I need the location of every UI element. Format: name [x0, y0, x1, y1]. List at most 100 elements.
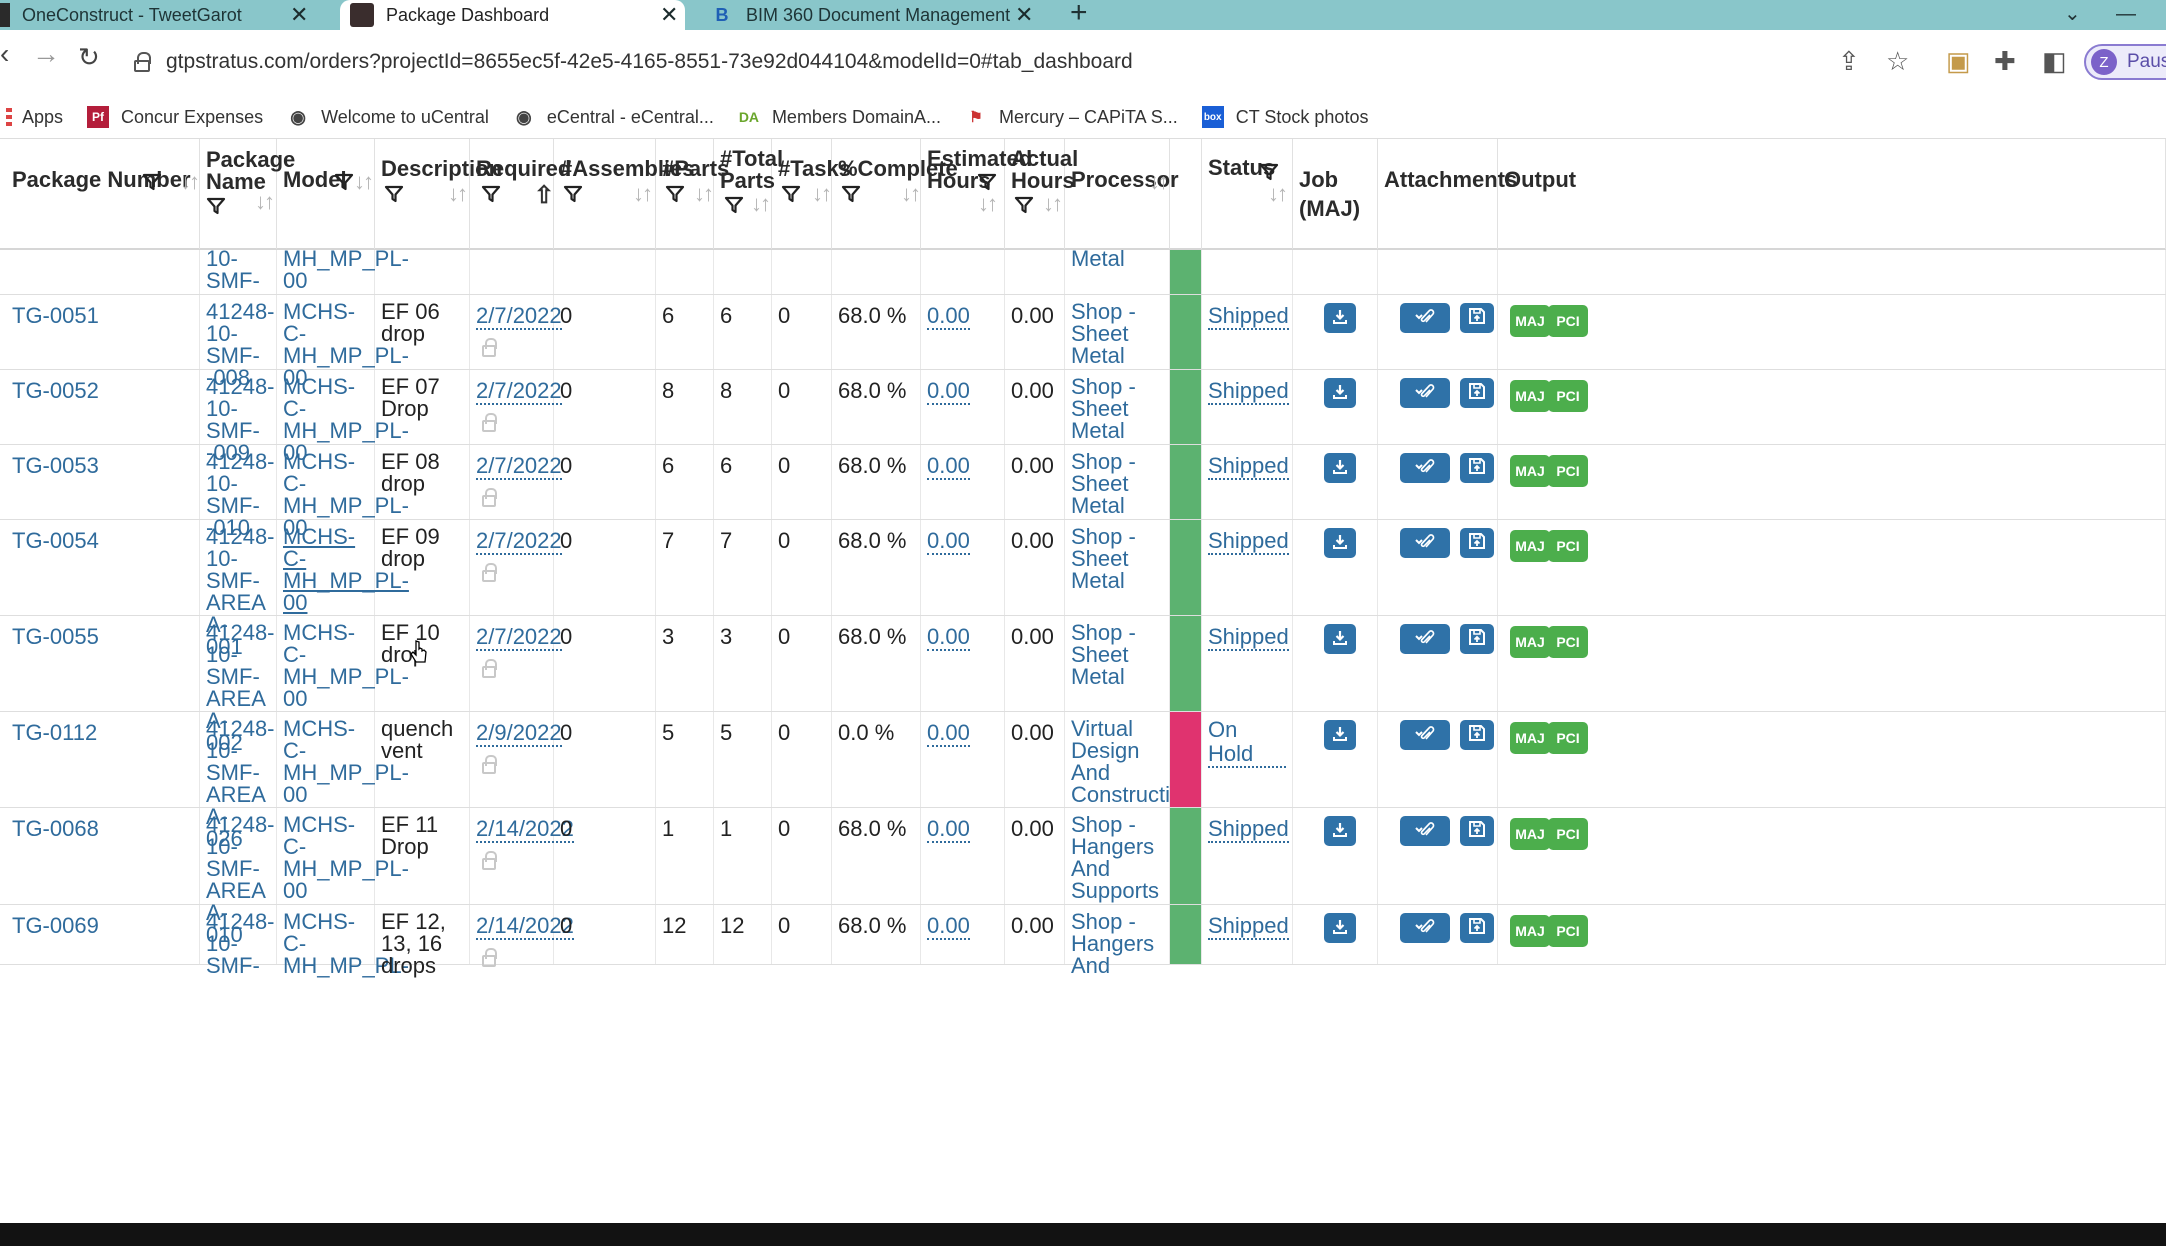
- column-header-required[interactable]: Required ⇧: [470, 139, 571, 249]
- cell-model[interactable]: MCHS-C- MH_MP_PL- 00: [277, 712, 409, 807]
- sort-ascending-icon[interactable]: ⇧: [534, 181, 554, 210]
- cell-package-number[interactable]: TG-0055: [6, 616, 200, 711]
- save-attachment-button[interactable]: [1460, 720, 1494, 750]
- estimated-hours-link[interactable]: 0.00: [927, 529, 970, 555]
- puzzle-extensions-icon[interactable]: ✚: [1994, 46, 2016, 77]
- save-attachment-button[interactable]: [1460, 624, 1494, 654]
- table-row[interactable]: TG-0052 41248- 10-SMF- -009 MCHS-C- MH_MP_PL-…: [0, 370, 2166, 464]
- output-pci-button[interactable]: PCI: [1548, 380, 1588, 412]
- bookmark-item[interactable]: box CT Stock photos: [1201, 106, 1368, 128]
- package-number-link[interactable]: TG-0054: [12, 528, 99, 553]
- status-link[interactable]: Shipped: [1208, 914, 1289, 940]
- status-link[interactable]: Shipped: [1208, 454, 1289, 480]
- output-pci-button[interactable]: PCI: [1548, 626, 1588, 658]
- sort-icon[interactable]: ↓↑: [255, 189, 275, 215]
- column-header-attachments[interactable]: Attachments: [1378, 139, 1517, 249]
- output-pci-button[interactable]: PCI: [1548, 455, 1588, 487]
- filter-icon[interactable]: [206, 196, 226, 216]
- cell-processor[interactable]: Virtual Design And Construction: [1065, 712, 1195, 807]
- browser-tab[interactable]: Package Dashboard ✕: [340, 0, 685, 30]
- cell-model[interactable]: MCHS-C- MH_MP_PL- 00: [277, 370, 409, 464]
- bookmark-item[interactable]: DA Members DomainA...: [738, 106, 941, 128]
- output-pci-button[interactable]: PCI: [1548, 722, 1588, 754]
- estimated-hours-link[interactable]: 0.00: [927, 817, 970, 843]
- bookmark-star-icon[interactable]: ☆: [1886, 46, 1909, 77]
- new-tab-button[interactable]: +: [1070, 0, 1088, 30]
- save-attachment-button[interactable]: [1460, 453, 1494, 483]
- cell-package-name[interactable]: 41248- 10-SMF- AREA A- 002: [200, 616, 277, 754]
- minimize-window-icon[interactable]: —: [2116, 0, 2136, 30]
- table-row[interactable]: TG-0053 41248- 10-SMF- -010 MCHS-C- MH_MP_PL-…: [0, 445, 2166, 539]
- sort-icon[interactable]: ↓↑: [751, 191, 771, 217]
- cell-processor[interactable]: Shop - Sheet Metal: [1065, 520, 1170, 615]
- bookmark-item[interactable]: ⚑ Mercury – CAPiTA S...: [965, 106, 1177, 128]
- package-number-link[interactable]: TG-0069: [12, 913, 99, 938]
- cell-package-number[interactable]: TG-0112: [6, 712, 200, 807]
- filter-icon[interactable]: [384, 184, 404, 204]
- cell-model[interactable]: MCHS-C- MH_MP_PL- 00: [277, 520, 409, 615]
- sort-icon[interactable]: ↓↑: [448, 181, 468, 207]
- cell-model[interactable]: MCHS-C- MH_MP_PL-: [277, 905, 409, 977]
- table-row[interactable]: TG-0054 41248- 10-SMF- AREA A- 001 MCHS-C- MH_…: [0, 520, 2166, 658]
- cell-package-number[interactable]: TG-0053: [6, 445, 200, 519]
- filter-icon[interactable]: [977, 172, 997, 192]
- close-tab-icon[interactable]: ✕: [1015, 4, 1033, 26]
- output-maj-button[interactable]: MAJ: [1510, 818, 1550, 850]
- cell-model[interactable]: MCHS-C- MH_MP_PL- 00: [277, 445, 409, 539]
- package-number-link[interactable]: TG-0112: [12, 720, 97, 745]
- forward-icon[interactable]: →: [32, 38, 60, 70]
- status-link[interactable]: Shipped: [1208, 379, 1289, 405]
- output-maj-button[interactable]: MAJ: [1510, 305, 1550, 337]
- browser-tab[interactable]: B BIM 360 Document Management ✕: [700, 0, 1050, 30]
- estimated-hours-link[interactable]: 0.00: [927, 721, 970, 747]
- output-pci-button[interactable]: PCI: [1548, 818, 1588, 850]
- save-attachment-button[interactable]: [1460, 303, 1494, 333]
- table-row[interactable]: TG-0069 41248- 10-SMF- MCHS-C- MH_MP_PL- EF 1…: [0, 905, 2166, 977]
- profile-button[interactable]: Z Paus: [2084, 44, 2166, 80]
- save-attachment-button[interactable]: [1460, 913, 1494, 943]
- status-link[interactable]: Shipped: [1208, 817, 1289, 843]
- column-header-total-parts[interactable]: #Total Parts ↓↑: [714, 139, 783, 249]
- required-date-link[interactable]: 2/9/2022: [476, 721, 562, 747]
- status-link[interactable]: Shipped: [1208, 304, 1289, 330]
- cell-package-number[interactable]: TG-0052: [6, 370, 200, 444]
- bookmark-item[interactable]: Apps: [6, 107, 63, 128]
- filter-icon[interactable]: [665, 184, 685, 204]
- download-button[interactable]: [1324, 624, 1356, 654]
- column-header-complete[interactable]: %Complete ↓↑: [832, 139, 958, 249]
- sort-icon[interactable]: ↓↑: [1268, 181, 1288, 207]
- attachments-dropdown-button[interactable]: [1400, 528, 1450, 558]
- column-header-package-number[interactable]: Package Number ↓↑: [6, 139, 200, 249]
- column-header-actual-hours[interactable]: Actual Hours ↓↑: [1005, 139, 1078, 249]
- attachments-dropdown-button[interactable]: [1400, 453, 1450, 483]
- output-maj-button[interactable]: MAJ: [1510, 626, 1550, 658]
- sort-icon[interactable]: ↓↑: [354, 169, 374, 195]
- column-header-status-color[interactable]: [1170, 139, 1202, 249]
- side-panel-icon[interactable]: ◧: [2042, 46, 2067, 77]
- cell-package-name[interactable]: 41248- 10-SMF- -009: [200, 370, 277, 464]
- status-link[interactable]: Shipped: [1208, 529, 1289, 555]
- sort-icon[interactable]: ↓↑: [694, 181, 714, 207]
- bookmark-item[interactable]: ◉ eCentral - eCentral...: [513, 106, 714, 128]
- column-header-parts[interactable]: #Parts ↓↑: [656, 139, 729, 249]
- filter-icon[interactable]: [724, 195, 744, 215]
- download-button[interactable]: [1324, 378, 1356, 408]
- tab-search-chevron-icon[interactable]: ⌄: [2064, 0, 2081, 30]
- sort-icon[interactable]: ↓↑: [180, 169, 200, 195]
- cell-package-number[interactable]: TG-0054: [6, 520, 200, 615]
- cell-processor[interactable]: Shop - Sheet Metal: [1065, 616, 1170, 711]
- sort-icon[interactable]: ↓↑: [633, 181, 653, 207]
- filter-icon[interactable]: [1259, 162, 1279, 182]
- cell-package-name[interactable]: 41248- 10-SMF-: [200, 905, 277, 977]
- column-header-assemblies[interactable]: #Assemblies ↓↑: [554, 139, 695, 249]
- attachments-dropdown-button[interactable]: [1400, 378, 1450, 408]
- required-date-link[interactable]: 2/7/2022: [476, 529, 562, 555]
- required-date-link[interactable]: 2/7/2022: [476, 625, 562, 651]
- filter-icon[interactable]: [841, 184, 861, 204]
- download-button[interactable]: [1324, 528, 1356, 558]
- output-maj-button[interactable]: MAJ: [1510, 455, 1550, 487]
- attachments-dropdown-button[interactable]: [1400, 816, 1450, 846]
- package-number-link[interactable]: TG-0052: [12, 378, 99, 403]
- download-button[interactable]: [1324, 303, 1356, 333]
- table-row[interactable]: TG-0051 41248- 10-SMF- -008 MCHS-C- MH_MP_PL-…: [0, 295, 2166, 389]
